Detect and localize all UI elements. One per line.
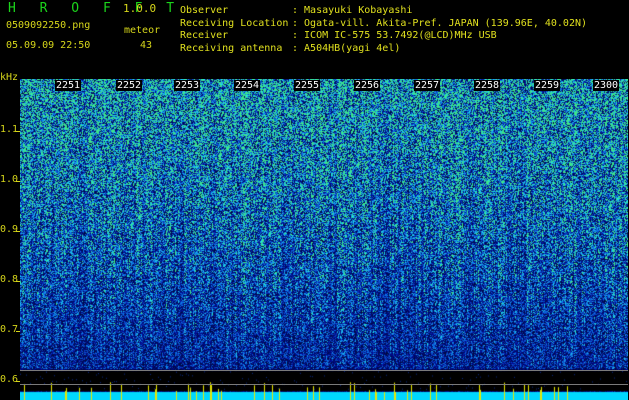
receiver-value: : ICOM IC-575 53.7492(@LCD)MHz USB (292, 30, 497, 41)
time-label: 2257 (414, 80, 441, 91)
antenna-value: : A504HB(yagi 4el) (292, 42, 401, 54)
y-tick (16, 281, 20, 282)
y-tick (16, 331, 20, 332)
location-key: Receiving Location (180, 17, 289, 29)
info-values: : Masayuki Kobayashi : Ogata-vill. Akita… (292, 5, 587, 55)
spectrogram-canvas (20, 79, 628, 400)
time-label: 2252 (116, 80, 143, 91)
antenna-key: Receiving antenna (180, 42, 283, 54)
info-keys: Observer Receiving Location Receiver Rec… (180, 5, 288, 55)
y-tick (16, 231, 20, 232)
y-axis-unit: kHz (0, 72, 19, 83)
y-tick (16, 181, 20, 182)
time-label: 2251 (55, 80, 82, 91)
meteor-count: 43 (140, 40, 153, 51)
y-tick-label: 0.7 (0, 324, 19, 335)
app-version: 1.0.0 (123, 2, 157, 15)
noise-floor-line (20, 384, 628, 385)
time-label: 2253 (174, 80, 201, 91)
y-tick-label: 0.9 (0, 224, 19, 235)
location-value: : Ogata-vill. Akita-Pref. JAPAN (139.96E… (292, 17, 588, 29)
y-tick-label: 1.1 (0, 124, 19, 135)
time-label: 2259 (534, 80, 561, 91)
y-tick-label: 0.8 (0, 274, 19, 285)
meteor-label: meteor (124, 25, 161, 36)
image-filename: 0509092250.png (6, 20, 91, 31)
time-label: 2258 (474, 80, 501, 91)
y-tick-label: 0.6 (0, 374, 19, 385)
time-label: 2255 (294, 80, 321, 91)
time-label: 2300 (593, 80, 620, 91)
y-tick (16, 131, 20, 132)
capture-datetime: 05.09.09 22:50 (6, 40, 91, 51)
noise-floor-line (20, 370, 628, 371)
time-label: 2256 (354, 80, 381, 91)
time-label: 2254 (234, 80, 261, 91)
receiver-key: Receiver (180, 30, 229, 41)
observer-key: Observer (180, 5, 229, 16)
y-tick (16, 381, 20, 382)
observer-value: : Masayuki Kobayashi (292, 5, 413, 16)
y-tick-label: 1.0 (0, 174, 19, 185)
